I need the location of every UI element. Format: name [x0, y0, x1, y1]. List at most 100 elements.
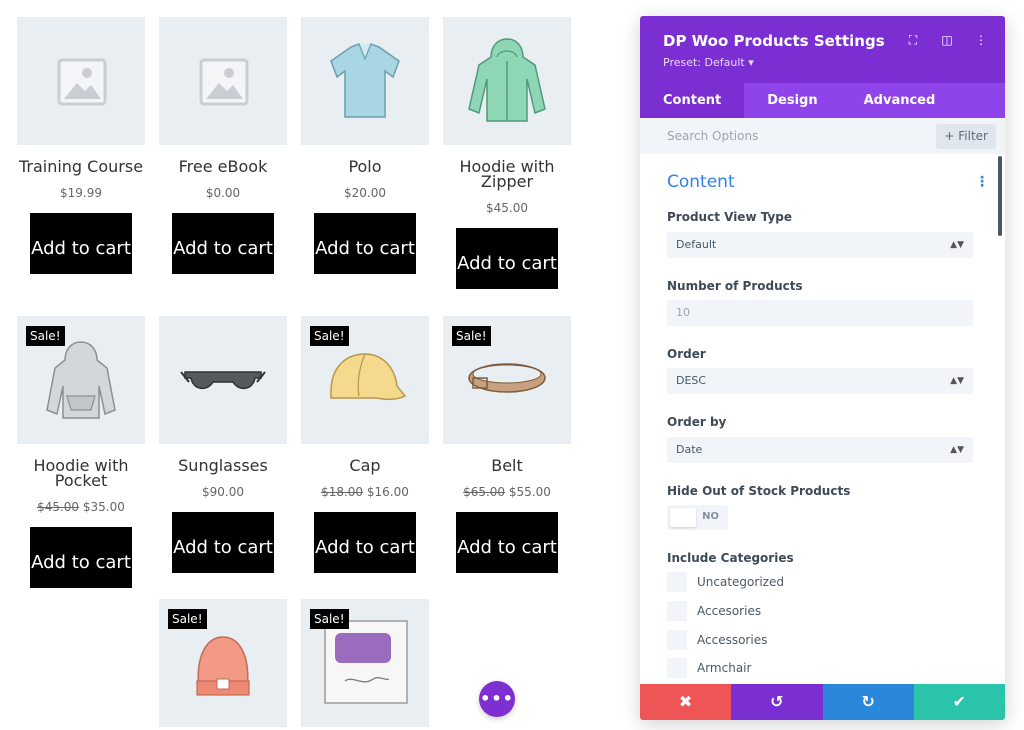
select-arrows-icon: ▲▼ — [950, 240, 964, 250]
product-image[interactable] — [443, 17, 571, 145]
product-card: Sale! Belt $65.00 $55.00 Add to cart — [443, 316, 571, 573]
section-title[interactable]: Content — [667, 172, 735, 192]
tab-advanced[interactable]: Advanced — [841, 83, 959, 118]
more-options-button[interactable]: ••• — [479, 681, 515, 717]
current-price: $45.00 — [486, 201, 528, 215]
add-to-cart-button[interactable]: Add to cart — [314, 512, 416, 573]
old-price: $45.00 — [37, 500, 80, 514]
product-title[interactable]: Belt — [443, 458, 571, 474]
product-title[interactable]: Sunglasses — [159, 458, 287, 474]
category-label: Uncategorized — [697, 575, 784, 589]
product-price: $0.00 — [159, 185, 287, 201]
product-card: Sale! Hoodie with Pocket $45.00 $35.00 A… — [17, 316, 145, 588]
product-image[interactable] — [301, 17, 429, 145]
filter-button[interactable]: + Filter — [936, 124, 996, 149]
select-value: DESC — [676, 374, 707, 387]
hide-out-of-stock-toggle[interactable]: NO — [667, 505, 728, 530]
section-menu-icon[interactable]: ⋮ — [975, 174, 989, 190]
category-label: Accesories — [697, 604, 762, 618]
category-label: Armchair — [697, 661, 752, 675]
current-price: $20.00 — [344, 186, 386, 200]
sale-badge: Sale! — [310, 326, 349, 346]
checkbox[interactable] — [667, 601, 687, 621]
tab-design[interactable]: Design — [744, 83, 840, 118]
product-card: Free eBook $0.00 Add to cart — [159, 17, 287, 274]
checkbox[interactable] — [667, 658, 687, 678]
product-image[interactable]: Sale! — [17, 316, 145, 444]
add-to-cart-button[interactable]: Add to cart — [314, 213, 416, 274]
toggle-knob — [670, 508, 696, 527]
kebab-menu-icon[interactable]: ⋮ — [971, 33, 991, 48]
product-price: $18.00 $16.00 — [301, 484, 429, 500]
toggle-label: NO — [702, 511, 719, 522]
old-price: $18.00 — [321, 485, 364, 499]
add-to-cart-button[interactable]: Add to cart — [30, 213, 132, 274]
field-label: Product View Type — [667, 210, 793, 224]
select-value: Default — [676, 238, 717, 251]
product-image[interactable] — [159, 17, 287, 145]
add-to-cart-button[interactable]: Add to cart — [456, 228, 558, 289]
select-value: Date — [676, 443, 703, 456]
product-image[interactable]: Sale! — [443, 316, 571, 444]
checkbox[interactable] — [667, 630, 687, 650]
product-title[interactable]: Free eBook — [159, 159, 287, 175]
sunglasses-icon — [180, 371, 266, 390]
add-to-cart-button[interactable]: Add to cart — [456, 512, 558, 573]
select-arrows-icon: ▲▼ — [950, 445, 964, 455]
product-image[interactable]: Sale! — [159, 599, 287, 727]
product-image[interactable] — [159, 316, 287, 444]
product-title[interactable]: Hoodie with Pocket — [17, 458, 145, 489]
field-label: Order by — [667, 415, 727, 429]
view-type-select[interactable]: Default ▲▼ — [667, 232, 973, 258]
expand-icon[interactable]: ⛶ — [903, 33, 923, 48]
panel-title: DP Woo Products Settings — [663, 32, 885, 50]
add-to-cart-button[interactable]: Add to cart — [172, 512, 274, 573]
product-title[interactable]: Hoodie with Zipper — [443, 159, 571, 190]
field-label: Hide Out of Stock Products — [667, 484, 851, 498]
current-price: $19.99 — [60, 186, 102, 200]
product-card: Polo $20.00 Add to cart — [301, 17, 429, 274]
current-price: $16.00 — [366, 485, 409, 499]
tab-content[interactable]: Content — [640, 83, 745, 118]
scrollbar[interactable] — [998, 156, 1002, 236]
save-button[interactable]: ✔ — [913, 684, 1005, 720]
num-products-input[interactable]: 10 — [667, 300, 973, 326]
old-price: $65.00 — [463, 485, 506, 499]
placeholder-image-icon — [57, 58, 107, 106]
order-select[interactable]: DESC ▲▼ — [667, 368, 973, 394]
header-actions: ⛶ ◫ ⋮ — [903, 33, 991, 48]
product-price: $20.00 — [301, 185, 429, 201]
add-to-cart-button[interactable]: Add to cart — [172, 213, 274, 274]
product-title[interactable]: Cap — [301, 458, 429, 474]
field-label: Include Categories — [667, 551, 794, 565]
product-title[interactable]: Training Course — [17, 159, 145, 175]
category-label: Accessories — [697, 633, 768, 647]
preset-dropdown[interactable]: Preset: Default ▾ — [663, 56, 754, 69]
field-label: Number of Products — [667, 279, 803, 293]
search-input[interactable]: Search Options — [667, 129, 758, 143]
settings-panel: DP Woo Products Settings Preset: Default… — [640, 16, 1005, 720]
current-price: $35.00 — [82, 500, 125, 514]
product-title[interactable]: Polo — [301, 159, 429, 175]
panel-header: DP Woo Products Settings Preset: Default… — [640, 16, 1005, 83]
checkbox[interactable] — [667, 572, 687, 592]
select-arrows-icon: ▲▼ — [950, 376, 964, 386]
product-card: Sale! — [301, 599, 429, 727]
panel-tabs: Content Design Advanced — [640, 83, 1005, 118]
cancel-button[interactable]: ✖ — [640, 684, 732, 720]
undo-button[interactable]: ↺ — [731, 684, 823, 720]
polo-shirt-icon — [330, 43, 400, 118]
sale-badge: Sale! — [452, 326, 491, 346]
add-to-cart-button[interactable]: Add to cart — [30, 527, 132, 588]
product-price: $45.00 — [443, 200, 571, 216]
order-by-select[interactable]: Date ▲▼ — [667, 437, 973, 463]
redo-button[interactable]: ↻ — [822, 684, 914, 720]
current-price: $55.00 — [508, 485, 551, 499]
product-image[interactable]: Sale! — [301, 316, 429, 444]
product-price: $45.00 $35.00 — [17, 499, 145, 515]
product-price: $90.00 — [159, 484, 287, 500]
split-view-icon[interactable]: ◫ — [937, 33, 957, 48]
product-image[interactable] — [17, 17, 145, 145]
product-image[interactable]: Sale! — [301, 599, 429, 727]
panel-footer: ✖ ↺ ↻ ✔ — [640, 684, 1005, 720]
